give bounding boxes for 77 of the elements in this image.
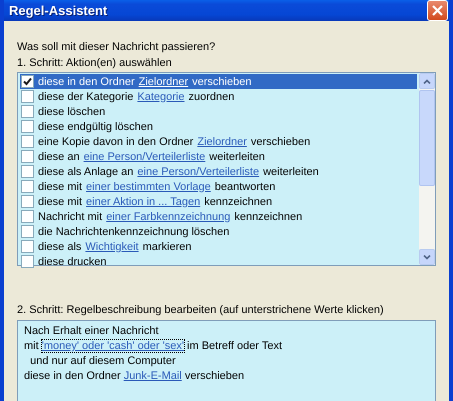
action-text: diese als Anlage an xyxy=(38,166,134,178)
action-item[interactable]: diese als Anlage an eine Person/Verteilerliste weiterleiten xyxy=(20,164,417,179)
close-icon xyxy=(431,4,444,17)
step-label: 2. Schritt: Regelbeschreibung bearbeiten (auf unterstrichene Werte klicken) xyxy=(17,303,385,318)
action-text: eine Kopie davon in den Ordner xyxy=(38,136,194,148)
action-item[interactable]: die Nachrichtenkennzeichnung löschen xyxy=(20,224,417,239)
description-text: mit xyxy=(24,340,39,352)
action-text: Nachricht mit xyxy=(38,210,102,222)
action-text: diese drucken xyxy=(38,256,106,268)
action-text: diese löschen xyxy=(38,106,106,118)
close-button[interactable] xyxy=(427,0,448,21)
checkbox[interactable] xyxy=(21,150,34,163)
chevron-down-icon xyxy=(423,254,431,260)
action-link[interactable]: einer Aktion in ... Tagen xyxy=(85,194,202,208)
action-text: verschieben xyxy=(250,136,310,148)
description-text: und nur auf diesem Computer xyxy=(29,355,176,367)
action-item[interactable]: diese der Kategorie Kategorie zuordnen xyxy=(20,89,417,104)
step-label: 1. Schritt: Aktion(en) auswählen xyxy=(17,56,173,71)
action-link[interactable]: Wichtigkeit xyxy=(84,240,140,254)
scroll-down-button[interactable] xyxy=(419,249,435,265)
action-link[interactable]: Zielordner xyxy=(138,74,190,88)
scroll-up-button[interactable] xyxy=(419,73,435,89)
chevron-up-icon xyxy=(423,78,431,84)
description-text: im Betreff oder Text xyxy=(187,340,282,352)
action-link[interactable]: Kategorie xyxy=(136,90,186,104)
action-item[interactable]: Nachricht mit einer Farbkennzeichnung kennzeichnen xyxy=(20,209,417,224)
description-text: verschieben xyxy=(184,370,244,382)
question-text: Was soll mit dieser Nachricht passieren? xyxy=(17,40,216,55)
checkbox[interactable] xyxy=(21,225,34,238)
action-text: diese mit xyxy=(38,180,82,192)
action-link[interactable]: eine Person/Verteilerliste xyxy=(82,150,206,164)
checkbox[interactable] xyxy=(21,105,34,118)
action-text: markieren xyxy=(142,240,192,252)
checkbox[interactable] xyxy=(21,135,34,148)
description-text: diese in den Ordner xyxy=(24,370,121,382)
action-item[interactable]: diese in den Ordner Zielordner verschieben xyxy=(20,74,417,89)
action-text: diese an xyxy=(38,150,80,162)
action-link[interactable]: Zielordner xyxy=(196,134,248,148)
action-text: weiterleiten xyxy=(263,166,319,178)
action-text: verschieben xyxy=(192,76,252,88)
action-item[interactable]: diese mit einer bestimmten Vorlage beantworten xyxy=(20,179,417,194)
checkbox[interactable] xyxy=(21,75,34,88)
action-item[interactable]: diese als Wichtigkeit markieren xyxy=(20,239,417,254)
action-link[interactable]: einer bestimmten Vorlage xyxy=(85,180,212,194)
action-item[interactable]: diese mit einer Aktion in ... Tagen kennzeichnen xyxy=(20,194,417,209)
checkbox[interactable] xyxy=(21,165,34,178)
checkbox[interactable] xyxy=(21,210,34,223)
checkbox[interactable] xyxy=(21,255,34,268)
checkbox[interactable] xyxy=(21,180,34,193)
action-item[interactable]: diese drucken xyxy=(20,254,417,269)
action-link[interactable]: eine Person/Verteilerliste xyxy=(136,164,260,178)
action-item[interactable]: eine Kopie davon in den Ordner Zielordner verschieben xyxy=(20,134,417,149)
action-text: weiterleiten xyxy=(209,150,265,162)
action-item[interactable]: diese an eine Person/Verteilerliste weiterleiten xyxy=(20,149,417,164)
action-text: zuordnen xyxy=(188,90,234,102)
action-text: kennzeichnen xyxy=(234,210,302,222)
action-text: diese mit xyxy=(38,196,82,208)
value-link[interactable]: Junk-E-Mail xyxy=(122,369,183,383)
action-text: diese als xyxy=(38,240,82,252)
checkbox[interactable] xyxy=(21,195,34,208)
action-item[interactable]: diese endgültig löschen xyxy=(20,119,417,134)
value-link[interactable]: 'money' oder 'cash' oder 'sex' xyxy=(40,339,185,353)
description-text: Nach Erhalt einer Nachricht xyxy=(24,325,159,337)
action-text: diese in den Ordner xyxy=(38,76,135,88)
scrollbar[interactable] xyxy=(419,73,435,265)
action-text: kennzeichnen xyxy=(204,196,272,208)
action-text: beantworten xyxy=(214,180,276,192)
checkbox[interactable] xyxy=(21,120,34,133)
window-title: Regel-Assistent xyxy=(9,3,108,18)
checkbox[interactable] xyxy=(21,240,34,253)
checkbox[interactable] xyxy=(21,90,34,103)
action-link[interactable]: einer Farbkennzeichnung xyxy=(105,210,232,224)
action-text: die Nachrichtenkennzeichnung löschen xyxy=(38,226,230,238)
scroll-thumb[interactable] xyxy=(419,90,435,186)
action-text: diese endgültig löschen xyxy=(38,120,153,132)
action-item[interactable]: diese löschen xyxy=(20,104,417,119)
action-text: diese der Kategorie xyxy=(38,90,134,102)
